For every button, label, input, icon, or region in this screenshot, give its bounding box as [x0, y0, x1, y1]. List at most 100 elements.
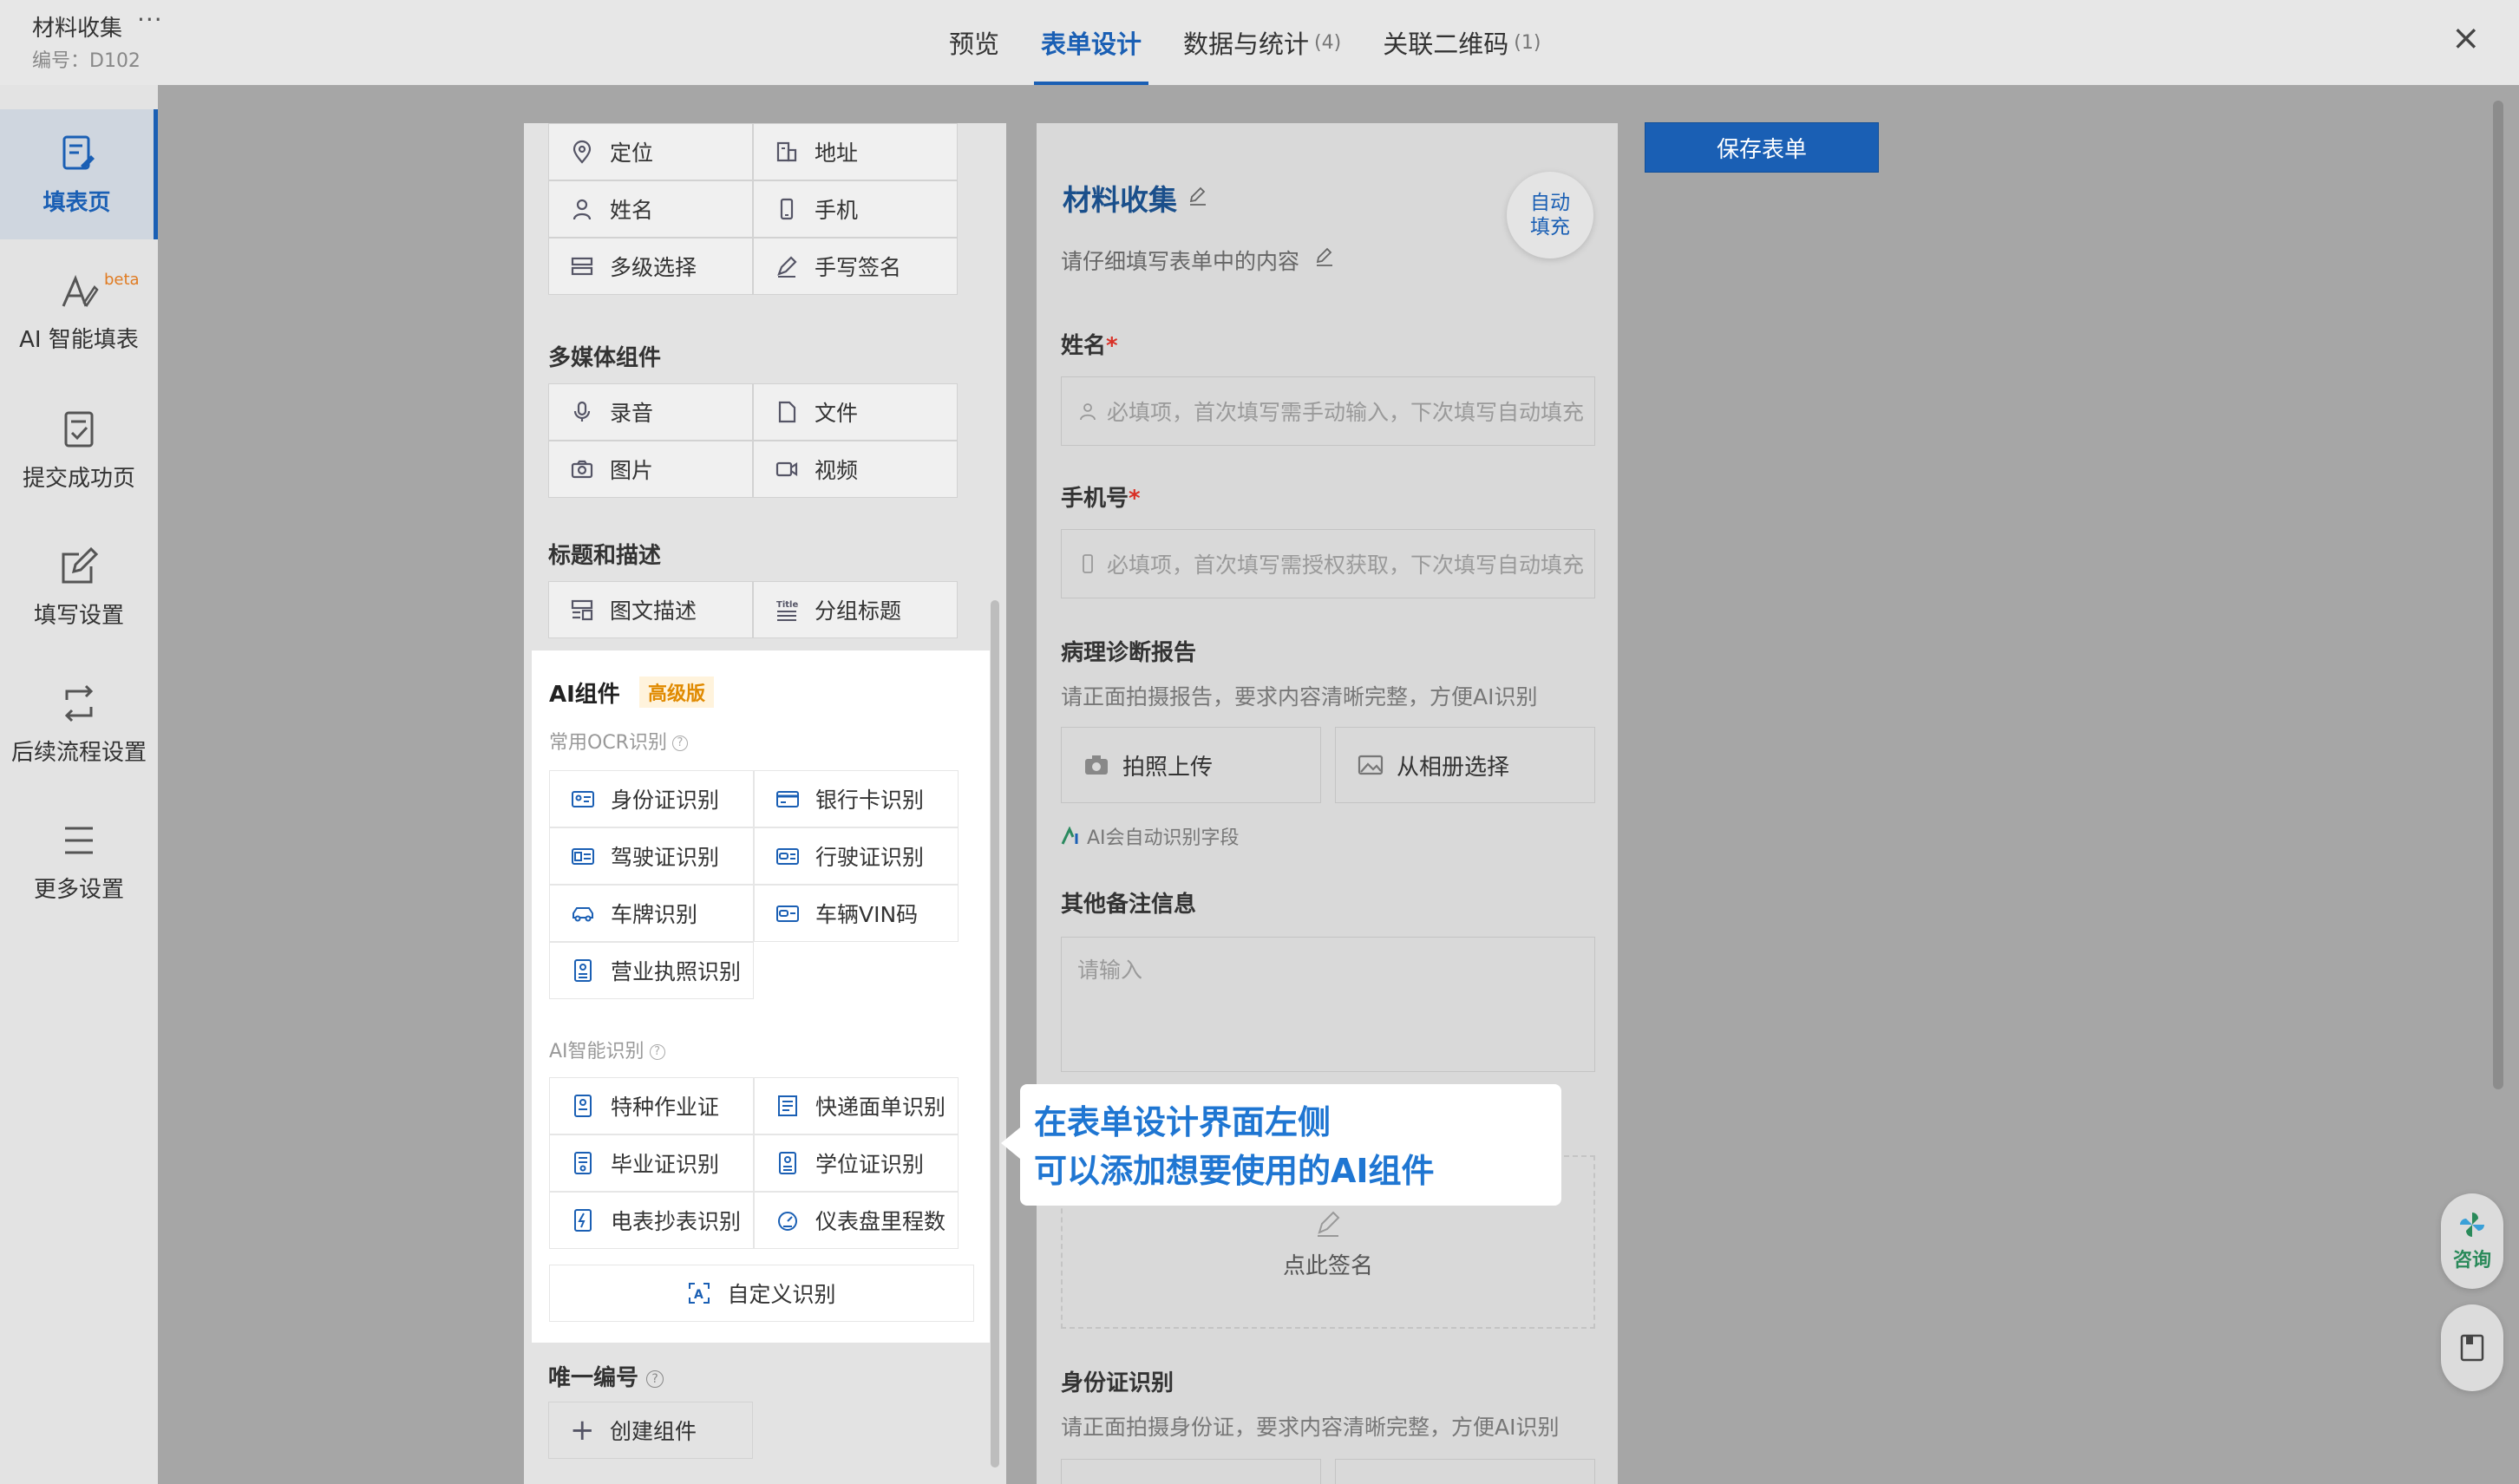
smart-subtitle: AI智能识别?	[549, 1036, 665, 1063]
choose-album-button[interactable]: 从相册选择	[1335, 727, 1595, 803]
smart-subtitle-text: AI智能识别	[549, 1041, 644, 1062]
pinwheel-icon	[2460, 1213, 2484, 1237]
component-file[interactable]: 文件	[753, 383, 958, 441]
component-video[interactable]: 视频	[753, 441, 958, 498]
component-diploma[interactable]: 毕业证识别	[549, 1134, 754, 1192]
svg-text:A: A	[694, 1288, 703, 1302]
field-label-report: 病理诊断报告	[1061, 640, 1197, 666]
sidebar-item-ai-fill[interactable]: beta AI 智能填表	[0, 246, 158, 376]
custom-recognition-label: 自定义识别	[727, 1282, 836, 1307]
tab-form-design[interactable]: 表单设计	[1020, 0, 1162, 85]
panel-scrollbar[interactable]	[991, 600, 999, 1468]
component-label: 图片	[610, 458, 654, 483]
component-vehicle-license-ocr[interactable]: 行驶证识别	[754, 827, 959, 885]
component-business-license-ocr[interactable]: 营业执照识别	[549, 942, 754, 999]
notes-textarea[interactable]: 请输入	[1061, 937, 1595, 1072]
take-photo-button[interactable]: 拍照上传	[1061, 727, 1321, 803]
tab-preview[interactable]: 预览	[928, 0, 1020, 85]
tab-label: 数据与统计	[1183, 29, 1310, 59]
address-icon	[776, 141, 797, 162]
component-label: 多级选择	[610, 255, 697, 280]
help-icon[interactable]: ?	[646, 1370, 664, 1388]
component-signature[interactable]: 手写签名	[753, 238, 958, 295]
component-phone[interactable]: 手机	[753, 180, 958, 238]
create-component-button[interactable]: + 创建组件	[548, 1402, 753, 1459]
tab-count: (4)	[1314, 31, 1342, 54]
edit-icon[interactable]	[1314, 246, 1335, 267]
sidebar-item-edit-settings[interactable]: 填写设置	[0, 522, 158, 652]
required-mark: *	[1106, 333, 1118, 359]
file-icon	[778, 401, 796, 423]
tab-data-statistics[interactable]: 数据与统计 (4)	[1162, 0, 1362, 85]
autofill-button[interactable]: 自动填充	[1507, 172, 1593, 258]
tab-qrcode[interactable]: 关联二维码 (1)	[1362, 0, 1561, 85]
tab-label: 预览	[949, 29, 1000, 59]
phone-input[interactable]: 必填项，首次填写需授权获取，下次填写自动填充	[1061, 529, 1595, 598]
component-label: 快递面单识别	[815, 1095, 946, 1120]
custom-ocr-icon: A	[689, 1283, 710, 1304]
component-special-work-cert[interactable]: 特种作业证	[549, 1077, 754, 1134]
sidebar-item-form-page[interactable]: 填表页	[0, 109, 158, 239]
component-label: 车牌识别	[611, 902, 698, 927]
component-driver-license-ocr[interactable]: 驾驶证识别	[549, 827, 754, 885]
component-label: 录音	[610, 401, 654, 426]
help-icon[interactable]: ?	[671, 735, 688, 751]
id-upload-box[interactable]	[1061, 1459, 1321, 1484]
sidebar-item-flow-settings[interactable]: 后续流程设置	[0, 659, 158, 789]
component-label: 毕业证识别	[611, 1152, 720, 1177]
beta-badge: beta	[104, 271, 140, 289]
main-scrollbar[interactable]	[2493, 101, 2503, 1089]
component-label: 身份证识别	[611, 788, 720, 813]
component-cascade-select[interactable]: 多级选择	[548, 238, 753, 295]
component-address[interactable]: 地址	[753, 123, 958, 180]
flow-icon	[64, 684, 94, 722]
component-label: 分组标题	[815, 598, 902, 624]
component-group-title[interactable]: Title 分组标题	[753, 581, 958, 638]
component-meter-reading[interactable]: 电表抄表识别	[549, 1192, 754, 1249]
component-label: 驾驶证识别	[611, 845, 720, 870]
sidebar-item-more-settings[interactable]: 更多设置	[0, 796, 158, 926]
help-icon[interactable]: ?	[649, 1044, 665, 1060]
close-icon[interactable]: ×	[2451, 21, 2481, 56]
name-input[interactable]: 必填项，首次填写需手动输入，下次填写自动填充	[1061, 376, 1595, 446]
component-name[interactable]: 姓名	[548, 180, 753, 238]
degree-icon	[779, 1152, 796, 1174]
component-degree-cert[interactable]: 学位证识别	[754, 1134, 959, 1192]
ai-section-title: AI组件	[549, 682, 620, 708]
form-description[interactable]: 请仔细填写表单中的内容	[1061, 245, 1299, 276]
component-plate-ocr[interactable]: 车牌识别	[549, 885, 754, 942]
autofill-label: 自动填充	[1530, 192, 1570, 239]
component-audio[interactable]: 录音	[548, 383, 753, 441]
car-icon	[572, 907, 593, 922]
component-rich-text[interactable]: 图文描述	[548, 581, 753, 638]
component-id-card-ocr[interactable]: 身份证识别	[549, 770, 754, 827]
component-location[interactable]: 定位	[548, 123, 753, 180]
ai-fill-icon	[62, 274, 99, 307]
form-title[interactable]: 材料收集	[1063, 177, 1177, 219]
consult-button[interactable]: 咨询	[2441, 1193, 2503, 1289]
component-image[interactable]: 图片	[548, 441, 753, 498]
guide-book-button[interactable]	[2441, 1304, 2503, 1391]
component-vin-ocr[interactable]: 车辆VIN码	[754, 885, 959, 942]
sidebar-item-label: 更多设置	[33, 876, 124, 903]
id-upload-box[interactable]	[1335, 1459, 1595, 1484]
custom-recognition-button[interactable]: A 自定义识别	[549, 1265, 974, 1322]
meter-icon	[574, 1209, 592, 1232]
component-bank-card-ocr[interactable]: 银行卡识别	[754, 770, 959, 827]
top-header: 材料收集 ··· 编号：D102 预览 表单设计 数据与统计 (4) 关联二维码(…	[0, 0, 2519, 85]
component-express-waybill[interactable]: 快递面单识别	[754, 1077, 959, 1134]
component-label: 手写签名	[815, 255, 902, 280]
vin-icon	[776, 905, 799, 922]
cascade-select-icon	[571, 257, 593, 276]
form-page-icon	[62, 135, 95, 169]
more-menu-button[interactable]: ···	[137, 5, 163, 34]
edit-icon[interactable]	[1188, 186, 1208, 206]
sidebar-item-submit-success[interactable]: 提交成功页	[0, 385, 158, 515]
sidebar-item-label: 提交成功页	[22, 465, 135, 492]
name-placeholder: 必填项，首次填写需手动输入，下次填写自动填充	[1107, 400, 1585, 425]
main-tabs: 预览 表单设计 数据与统计 (4) 关联二维码 (1)	[928, 0, 1561, 85]
report-help-text: 请正面拍摄报告，要求内容清晰完整，方便AI识别	[1061, 684, 1538, 709]
component-odometer[interactable]: 仪表盘里程数	[754, 1192, 959, 1249]
label-text: 姓名	[1061, 333, 1107, 359]
save-form-button[interactable]: 保存表单	[1645, 122, 1879, 173]
